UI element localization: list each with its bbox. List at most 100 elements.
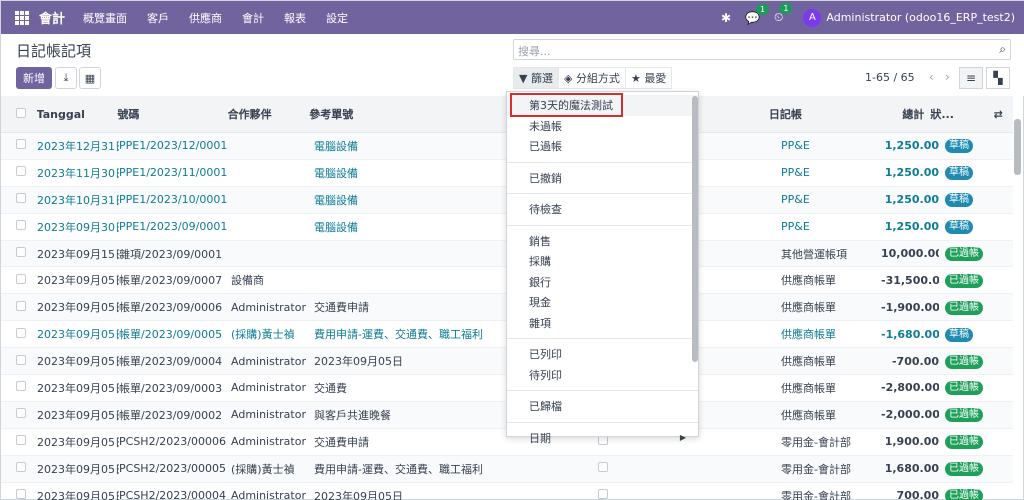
avatar[interactable]: A	[803, 8, 822, 27]
header-partner[interactable]: 合作夥伴	[228, 106, 310, 122]
cell-total: 10,000.00	[881, 247, 939, 260]
cell-date: 2023年09月05日	[37, 274, 119, 288]
app-brand[interactable]: 會計	[39, 8, 65, 27]
header-date[interactable]: Tanggal	[37, 108, 118, 121]
filter-option-label: 現金	[529, 296, 551, 310]
menu-item-4[interactable]: 報表	[284, 10, 306, 26]
filter-option[interactable]: 已過帳	[507, 136, 698, 157]
favorites-button[interactable]: ★ 最愛	[624, 67, 673, 89]
search-input[interactable]: 搜尋... ⌕	[513, 39, 1011, 60]
pager-next-icon[interactable]: ›	[945, 70, 950, 84]
cell-number: PCSH2/2023/00005	[119, 462, 226, 476]
cell-partner: (採購)黃士禎	[231, 462, 295, 476]
filter-option[interactable]: 採購	[507, 251, 698, 272]
dropdown-scrollbar[interactable]	[692, 96, 698, 362]
status-badge: 已過帳	[945, 489, 983, 500]
filter-option-label: 已列印	[529, 348, 562, 362]
cell-number: PPE1/2023/11/0001	[119, 166, 228, 180]
cell-journal: 零用金-會計部	[781, 462, 851, 476]
filter-option[interactable]: 已撤銷	[507, 168, 698, 189]
filter-option-label: 已撤銷	[529, 171, 562, 185]
group-by-button[interactable]: ◈ 分組方式	[557, 67, 626, 89]
status-badge: 已過帳	[945, 354, 983, 369]
row-checkbox[interactable]	[16, 193, 26, 204]
filter-option[interactable]: 未過帳	[507, 116, 698, 137]
header-status[interactable]: 狀...	[924, 106, 983, 122]
menu-item-1[interactable]: 客戶	[147, 10, 169, 26]
cell-date: 2023年11月30日	[37, 166, 119, 180]
filter-option[interactable]: 銀行	[507, 272, 698, 293]
row-checkbox[interactable]	[16, 247, 26, 257]
filter-option[interactable]: 已歸檔	[507, 396, 698, 417]
bug-icon[interactable]: ✱	[721, 11, 731, 25]
row-checkbox[interactable]	[16, 435, 26, 446]
row-flag-checkbox[interactable]	[598, 489, 608, 500]
cell-date: 2023年09月05日	[37, 301, 119, 315]
cell-total: -1,680.00	[881, 327, 939, 341]
filter-button[interactable]: ▼ 篩選	[513, 67, 559, 89]
pager-previous-icon[interactable]: ‹	[929, 70, 934, 84]
chat-icon[interactable]: 💬 1	[745, 3, 770, 25]
cell-journal: 供應商帳單	[781, 328, 836, 342]
status-badge: 草稿	[945, 193, 973, 208]
cell-number: 帳單/2023/09/0003	[119, 381, 223, 395]
status-badge: 已過帳	[945, 381, 983, 396]
cell-reference: 電腦設備	[314, 220, 358, 234]
cell-reference: 費用申請-運費、交通費、職工福利	[314, 328, 483, 342]
filter-option[interactable]: 現金	[507, 292, 698, 313]
activity-clock-icon[interactable]: ⏲ 1	[774, 3, 793, 25]
filter-option-label: 已歸檔	[529, 400, 562, 414]
page-scrollbar[interactable]	[1014, 119, 1021, 175]
select-all-checkbox[interactable]	[16, 107, 26, 118]
spreadsheet-icon[interactable]: ▦	[79, 67, 101, 89]
row-checkbox[interactable]	[16, 327, 26, 338]
kanban-view-icon[interactable]: ▚	[986, 67, 1010, 89]
filter-option[interactable]: 銷售	[507, 231, 698, 252]
pager-value[interactable]: 1-65 / 65	[865, 71, 915, 84]
header-total[interactable]: 總計	[867, 106, 924, 122]
cell-number: 帳單/2023/09/0006	[119, 301, 223, 315]
menu-item-3[interactable]: 會計	[242, 10, 264, 26]
table-row[interactable]: 2023年09月05日 PCSH2/2023/00005 (採購)黃士禎 費用申請-運…	[1, 455, 1013, 483]
menu-item-5[interactable]: 設定	[326, 10, 348, 26]
cell-number: PPE1/2023/10/0001	[119, 193, 228, 207]
apps-menu-icon[interactable]	[15, 10, 29, 25]
row-checkbox[interactable]	[16, 273, 26, 284]
cell-total: -1,900.00	[881, 300, 939, 314]
filter-option[interactable]: 待檢查	[507, 199, 698, 220]
status-badge: 已過帳	[945, 462, 983, 477]
header-reference[interactable]: 參考單號	[309, 106, 498, 122]
download-icon[interactable]: ⤓	[55, 67, 77, 89]
filter-option[interactable]: 日期 ▶	[507, 428, 698, 449]
column-settings-icon[interactable]: ⇄	[983, 108, 1013, 121]
table-row[interactable]: 2023年09月05日 PCSH2/2023/00004 Administrator…	[1, 483, 1013, 500]
row-checkbox[interactable]	[16, 381, 26, 392]
new-button[interactable]: 新增	[16, 67, 52, 89]
cell-number: 帳單/2023/09/0007	[119, 274, 223, 288]
header-number[interactable]: 號碼	[117, 106, 227, 122]
filter-option[interactable]: 已列印	[507, 344, 698, 365]
list-view-icon[interactable]: ≡	[959, 67, 983, 89]
menu-item-0[interactable]: 概覽畫面	[83, 10, 127, 26]
header-journal[interactable]: 日記帳	[769, 106, 867, 122]
row-checkbox[interactable]	[16, 166, 26, 177]
filter-option-label: 日期	[529, 431, 551, 445]
dropdown-divider	[507, 390, 698, 391]
row-checkbox[interactable]	[16, 354, 26, 365]
filter-option-label: 雜項	[529, 316, 551, 330]
filter-option[interactable]: 待列印	[507, 365, 698, 386]
filter-dropdown: 第3天的魔法測試 未過帳 已過帳 已撤銷 待檢查 銷售 採購 銀行 現金 雜項 已列印 待列印 已歸檔日…	[506, 91, 699, 445]
row-flag-checkbox[interactable]	[598, 462, 608, 473]
row-checkbox[interactable]	[16, 462, 26, 473]
filter-option[interactable]: 雜項	[507, 313, 698, 334]
row-checkbox[interactable]	[16, 408, 26, 419]
cell-number: 帳單/2023/09/0004	[119, 355, 223, 369]
menu-item-2[interactable]: 供應商	[189, 10, 222, 26]
row-checkbox[interactable]	[16, 300, 26, 311]
row-checkbox[interactable]	[16, 489, 26, 500]
row-checkbox[interactable]	[16, 220, 26, 231]
cell-number: 雜項/2023/09/0001	[119, 247, 223, 261]
search-icon[interactable]: ⌕	[999, 42, 1006, 57]
row-checkbox[interactable]	[16, 139, 26, 150]
user-menu[interactable]: Administrator (odoo16_ERP_test2)	[826, 11, 1015, 24]
